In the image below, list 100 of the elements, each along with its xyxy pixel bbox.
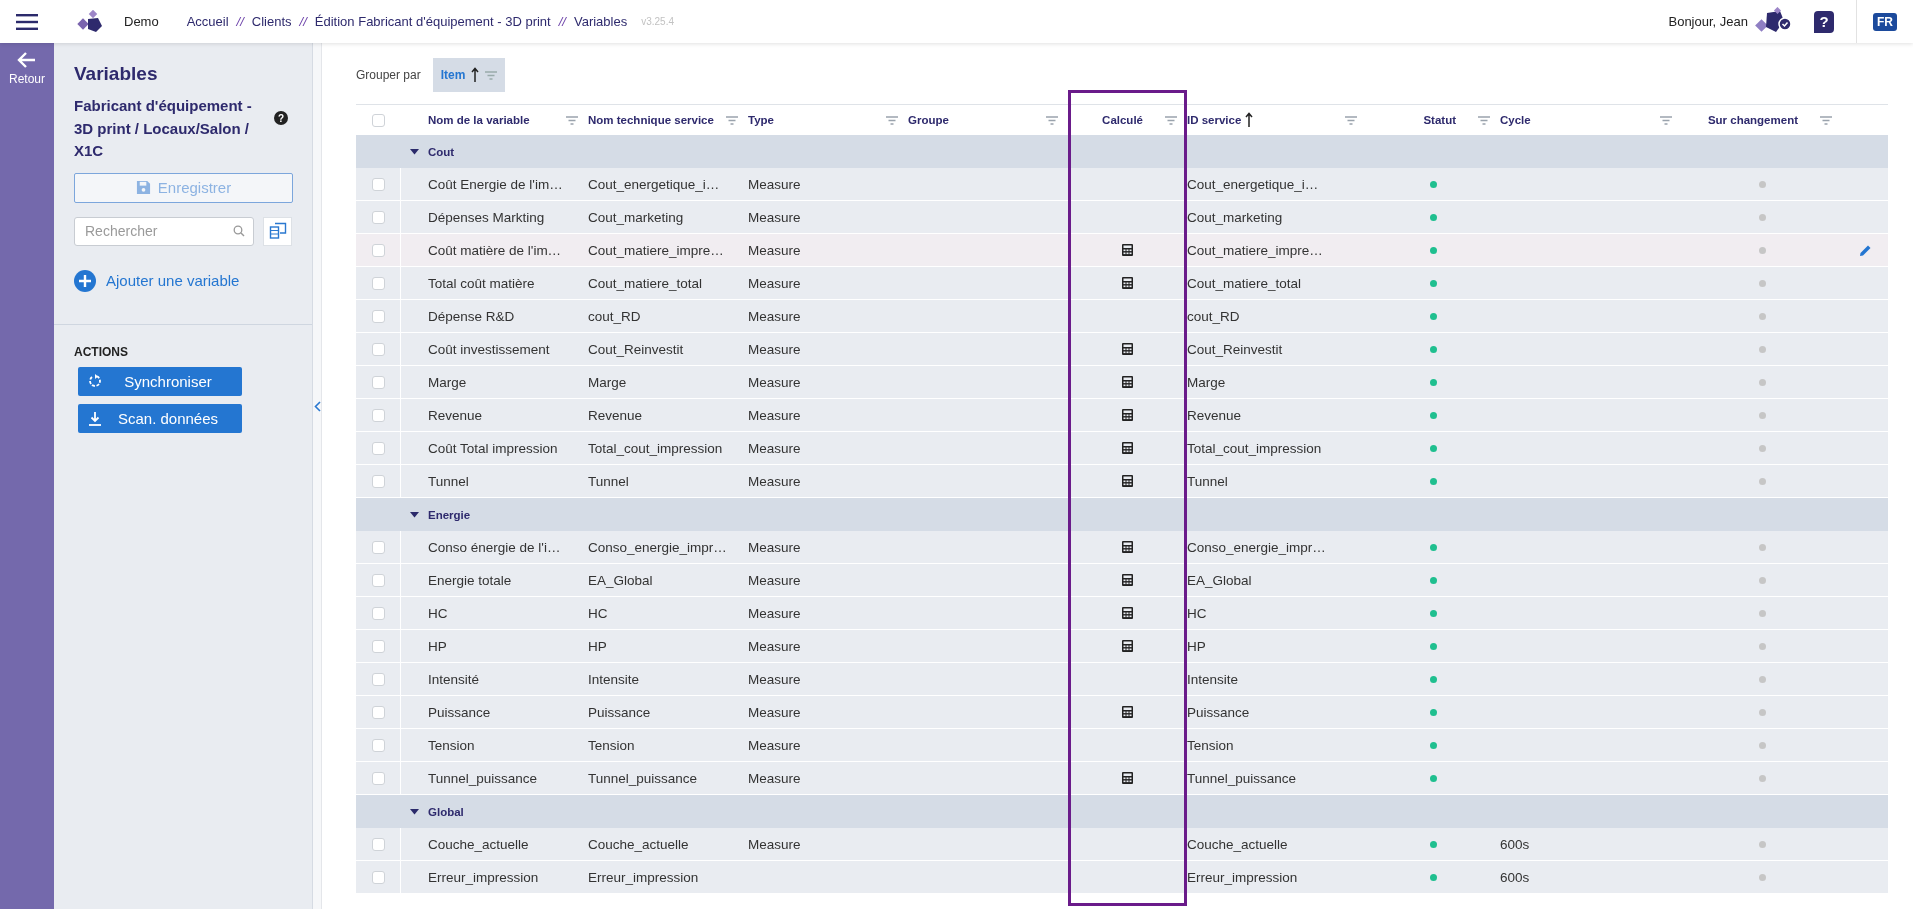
row-checkbox[interactable] xyxy=(371,408,385,422)
column-header[interactable]: Groupe xyxy=(908,114,949,126)
sort-arrow-icon[interactable] xyxy=(471,67,480,83)
table-cell: Conso énergie de l'i… xyxy=(428,539,561,555)
row-checkbox[interactable] xyxy=(371,177,385,191)
row-checkbox[interactable] xyxy=(371,837,385,851)
row-checkbox[interactable] xyxy=(371,771,385,785)
menu-icon[interactable] xyxy=(16,13,38,30)
row-checkbox[interactable] xyxy=(371,540,385,554)
filter-icon[interactable] xyxy=(726,115,738,125)
sort-arrow-icon[interactable] xyxy=(1245,112,1254,128)
breadcrumb-separator: // xyxy=(236,14,244,29)
action-button[interactable]: Synchroniser xyxy=(78,366,242,396)
filter-icon[interactable] xyxy=(566,115,578,125)
column-header[interactable]: Cycle xyxy=(1500,114,1531,126)
filter-icon[interactable] xyxy=(1046,115,1058,125)
breadcrumb-link[interactable]: Accueil xyxy=(186,14,229,29)
group-row[interactable]: Energie xyxy=(356,498,1888,531)
table-cell: Couche_actuelle xyxy=(1187,836,1288,852)
row-checkbox[interactable] xyxy=(371,573,385,587)
filter-icon[interactable] xyxy=(886,115,898,125)
row-checkbox[interactable] xyxy=(371,639,385,653)
action-button[interactable]: Scan. données xyxy=(78,403,242,433)
column-header[interactable]: Calculé xyxy=(1102,114,1143,126)
breadcrumb-link[interactable]: Édition Fabricant d'équipement - 3D print xyxy=(314,14,551,29)
table-cell: Measure xyxy=(748,605,801,621)
column-header[interactable]: Nom de la variable xyxy=(428,114,530,126)
table-cell: Tunnel xyxy=(1187,473,1228,489)
group-name: Cout xyxy=(428,145,455,158)
table-cell: Measure xyxy=(748,704,801,720)
table-cell: Coût matière de l'im… xyxy=(428,242,562,258)
table-cell: Puissance xyxy=(428,704,491,720)
panel-subtitle: Fabricant d'équipement - 3D print / Locaux/Salon / X1C xyxy=(74,96,253,161)
table-cell: Cout_energetique_i… xyxy=(1187,176,1319,192)
row-checkbox[interactable] xyxy=(371,210,385,224)
table-cell: Total coût matière xyxy=(428,275,535,291)
table-cell: Measure xyxy=(748,473,801,489)
row-checkbox[interactable] xyxy=(371,870,385,884)
search-field[interactable]: Rechercher xyxy=(74,216,254,246)
table-cell: 600s xyxy=(1500,836,1530,852)
caret-down-icon[interactable] xyxy=(410,511,419,518)
table-cell: Measure xyxy=(748,308,801,324)
info-icon[interactable]: ? xyxy=(274,111,288,125)
column-header[interactable]: Sur changement xyxy=(1707,114,1798,126)
breadcrumb-link[interactable]: Variables xyxy=(573,14,628,29)
filter-icon[interactable] xyxy=(1820,115,1832,125)
select-all-checkbox[interactable] xyxy=(372,113,385,127)
row-checkbox[interactable] xyxy=(371,375,385,389)
caret-down-icon[interactable] xyxy=(410,808,419,815)
table-cell: Tunnel_puissance xyxy=(588,770,698,786)
download-icon xyxy=(88,410,102,426)
breadcrumb-separator: // xyxy=(558,14,566,29)
app-name[interactable]: Demo xyxy=(124,14,159,29)
table-cell: Total_cout_impression xyxy=(1187,440,1322,456)
row-checkbox[interactable] xyxy=(371,441,385,455)
row-checkbox[interactable] xyxy=(371,705,385,719)
copy-icon xyxy=(268,222,287,240)
table-cell: Measure xyxy=(748,242,801,258)
column-header[interactable]: ID service xyxy=(1187,114,1242,126)
table-cell: Tunnel_puissance xyxy=(428,770,538,786)
table-cell: Measure xyxy=(748,275,801,291)
help-button[interactable]: ? xyxy=(1814,10,1834,33)
columns-button[interactable] xyxy=(263,216,292,246)
filter-icon[interactable] xyxy=(1345,115,1357,125)
collapse-handle[interactable] xyxy=(313,43,322,909)
table-cell: Conso_energie_impr… xyxy=(588,539,727,555)
add-variable-button[interactable]: Ajouter une variable xyxy=(74,269,240,292)
chevron-left-icon xyxy=(313,400,321,412)
group-by-label: Grouper par xyxy=(356,68,421,82)
table-cell: Measure xyxy=(748,209,801,225)
table-cell: Coût Energie de l'im… xyxy=(428,176,563,192)
back-button[interactable]: Retour xyxy=(0,43,54,94)
filter-icon[interactable] xyxy=(1165,115,1177,125)
logo-icon[interactable] xyxy=(76,9,104,34)
filter-icon[interactable] xyxy=(1660,115,1672,125)
column-header[interactable]: Nom technique service xyxy=(588,114,714,126)
table-cell: Puissance xyxy=(588,704,651,720)
row-checkbox[interactable] xyxy=(371,243,385,257)
column-header[interactable]: Type xyxy=(748,114,774,126)
filter-icon[interactable] xyxy=(485,70,498,80)
language-button[interactable]: FR xyxy=(1873,12,1897,31)
filter-icon[interactable] xyxy=(1478,115,1490,125)
table-cell: Tension xyxy=(588,737,635,753)
row-checkbox[interactable] xyxy=(371,738,385,752)
pencil-icon[interactable] xyxy=(1858,243,1872,257)
group-row[interactable]: Cout xyxy=(356,135,1888,168)
breadcrumb-link[interactable]: Clients xyxy=(251,14,292,29)
row-checkbox[interactable] xyxy=(371,276,385,290)
table-cell: Erreur_impression xyxy=(1187,869,1298,885)
table-cell: Conso_energie_impr… xyxy=(1187,539,1326,555)
caret-down-icon[interactable] xyxy=(410,148,419,155)
row-checkbox[interactable] xyxy=(371,606,385,620)
group-row[interactable]: Global xyxy=(356,795,1888,828)
row-checkbox[interactable] xyxy=(371,474,385,488)
column-header[interactable]: Statut xyxy=(1423,114,1456,126)
row-checkbox[interactable] xyxy=(371,672,385,686)
table-cell: cout_RD xyxy=(1187,308,1240,324)
table-cell: Couche_actuelle xyxy=(428,836,529,852)
row-checkbox[interactable] xyxy=(371,342,385,356)
row-checkbox[interactable] xyxy=(371,309,385,323)
